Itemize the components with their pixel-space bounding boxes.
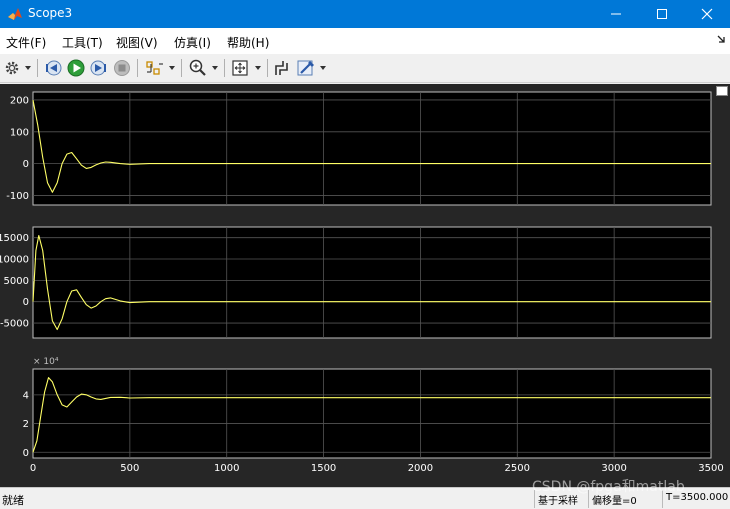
close-button[interactable] bbox=[684, 0, 730, 28]
x-tick-label: 2500 bbox=[505, 463, 530, 474]
menu-simulation[interactable]: 仿真(I) bbox=[174, 34, 211, 51]
stop-icon[interactable] bbox=[113, 58, 131, 78]
highlight-edit-icon[interactable] bbox=[296, 58, 316, 78]
zoom-icon[interactable] bbox=[188, 58, 208, 78]
plot-frame bbox=[32, 368, 712, 459]
maximize-button[interactable] bbox=[639, 0, 685, 28]
scope-window: Scope3 文件(F) 工具(T) 视图(V) 仿真(I) 帮助(H) -10… bbox=[0, 0, 730, 509]
y-tick-label: 0 bbox=[23, 159, 29, 170]
maximize-icon bbox=[657, 9, 667, 19]
x-tick-label: 3500 bbox=[698, 463, 723, 474]
toolbar-separator bbox=[37, 59, 38, 77]
menu-bar: 文件(F) 工具(T) 视图(V) 仿真(I) 帮助(H) bbox=[0, 28, 730, 54]
toolbar bbox=[0, 54, 730, 83]
x-tick-label: 3000 bbox=[601, 463, 626, 474]
y-tick-label: 10000 bbox=[0, 255, 29, 266]
trigger-dropdown-icon[interactable] bbox=[169, 66, 175, 70]
gear-icon[interactable] bbox=[3, 58, 21, 78]
undock-icon[interactable] bbox=[716, 86, 728, 96]
toolbar-separator bbox=[137, 59, 138, 77]
plot-frame bbox=[32, 91, 712, 206]
watermark-text: CSDN @fpga和matlab bbox=[532, 479, 685, 495]
minimize-icon bbox=[611, 13, 621, 15]
y-tick-label: 15000 bbox=[0, 233, 29, 244]
x-tick-label: 0 bbox=[30, 463, 36, 474]
run-icon[interactable] bbox=[66, 58, 86, 78]
window-title: Scope3 bbox=[28, 6, 73, 20]
menu-view[interactable]: 视图(V) bbox=[116, 34, 158, 51]
y-tick-label: 2 bbox=[23, 419, 29, 430]
x-tick-label: 1500 bbox=[311, 463, 336, 474]
y-tick-label: 0 bbox=[23, 297, 29, 308]
step-forward-icon[interactable] bbox=[90, 58, 108, 78]
y-tick-label: 4 bbox=[23, 390, 29, 401]
y-tick-label: 200 bbox=[10, 95, 29, 106]
scope-panel-3[interactable]: 0 2 4 × 10⁴ 0 500 1000 1500 2000 2500 3000 3500 bbox=[23, 357, 724, 474]
fit-to-view-icon[interactable] bbox=[230, 58, 250, 78]
fit-dropdown-icon[interactable] bbox=[255, 66, 261, 70]
scope-panel-2[interactable]: -5000 0 5000 10000 15000 bbox=[0, 226, 712, 339]
y-tick-label: -100 bbox=[6, 191, 29, 202]
menu-tools[interactable]: 工具(T) bbox=[62, 34, 103, 51]
scope-panel-1[interactable]: -100 0 100 200 bbox=[6, 91, 712, 206]
matlab-logo-icon bbox=[8, 8, 22, 20]
status-ready: 就绪 bbox=[2, 494, 24, 507]
toolbar-separator bbox=[267, 59, 268, 77]
y-tick-label: 0 bbox=[23, 448, 29, 459]
menu-help[interactable]: 帮助(H) bbox=[227, 34, 269, 51]
settings-dropdown-icon[interactable] bbox=[25, 66, 31, 70]
signal-trigger-icon[interactable] bbox=[145, 58, 165, 78]
toolbar-separator bbox=[224, 59, 225, 77]
y-tick-label: 5000 bbox=[4, 276, 29, 287]
style-dropdown-icon[interactable] bbox=[320, 66, 326, 70]
exponent-label: × 10⁴ bbox=[33, 357, 59, 367]
zoom-dropdown-icon[interactable] bbox=[212, 66, 218, 70]
step-back-icon[interactable] bbox=[44, 58, 62, 78]
scope-plot-area[interactable]: -100 0 100 200 -5000 0 5000 10000 15000 0 2 4 × 10⁴ 0… bbox=[0, 84, 730, 487]
plot-frame bbox=[32, 226, 712, 339]
x-tick-label: 500 bbox=[120, 463, 139, 474]
x-tick-label: 1000 bbox=[214, 463, 239, 474]
minimize-button[interactable] bbox=[593, 0, 639, 28]
x-tick-label: 2000 bbox=[408, 463, 433, 474]
menu-file[interactable]: 文件(F) bbox=[6, 34, 46, 51]
cursor-measure-icon[interactable] bbox=[272, 58, 292, 78]
y-tick-label: 100 bbox=[10, 127, 29, 138]
y-tick-label: -5000 bbox=[0, 319, 29, 330]
scope-plots[interactable]: -1000100200-5000050001000015000024× 10⁴0… bbox=[0, 84, 730, 487]
toolstrip-toggle-icon[interactable] bbox=[715, 33, 727, 47]
close-icon bbox=[701, 8, 713, 20]
title-bar[interactable]: Scope3 bbox=[0, 0, 730, 28]
toolbar-separator bbox=[181, 59, 182, 77]
